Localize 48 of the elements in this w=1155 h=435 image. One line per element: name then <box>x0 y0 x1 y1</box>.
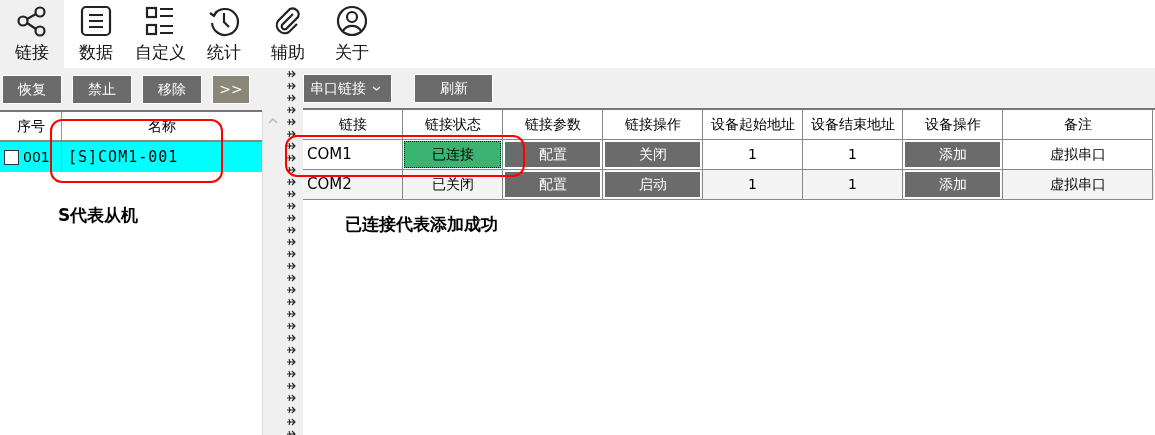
annotation-text: 已连接代表添加成功 <box>345 213 498 236</box>
caret-icon <box>372 85 381 91</box>
row-index: 001 <box>23 147 50 167</box>
end-address: 1 <box>848 145 857 164</box>
column-header[interactable]: 序号 <box>0 112 62 140</box>
toolbar-tab[interactable]: 统计 <box>192 0 256 68</box>
action-button[interactable]: 禁止 <box>72 74 132 104</box>
link-toggle-button[interactable]: 关闭 <box>604 141 701 168</box>
action-button[interactable]: >> <box>212 74 250 104</box>
annotation-text: S代表从机 <box>58 204 139 227</box>
column-header[interactable]: 链接参数 <box>503 110 603 140</box>
column-header[interactable]: 链接操作 <box>603 110 703 140</box>
checkbox[interactable] <box>4 149 19 165</box>
toolbar-tab[interactable]: 数据 <box>64 0 128 68</box>
status-cell-text: 已关闭 <box>431 175 474 194</box>
end-address: 1 <box>848 175 857 194</box>
user-icon <box>335 4 369 38</box>
link-name: COM1 <box>307 144 352 166</box>
link-name: COM2 <box>307 174 352 196</box>
config-button[interactable]: 配置 <box>504 171 601 198</box>
column-header[interactable]: 链接状态 <box>403 110 503 140</box>
add-button[interactable]: 添加 <box>904 141 1001 168</box>
note-cell-text: 虚拟串口 <box>1049 145 1106 164</box>
note-cell-text: 虚拟串口 <box>1049 175 1106 194</box>
add-button[interactable]: 添加 <box>904 171 1001 198</box>
config-button[interactable]: 配置 <box>504 141 601 168</box>
link-type-dropdown[interactable]: 串口链接 <box>303 73 392 103</box>
column-header[interactable]: 设备起始地址 <box>703 110 803 140</box>
start-address: 1 <box>748 145 757 164</box>
action-button[interactable]: 移除 <box>142 74 202 104</box>
action-button[interactable]: 恢复 <box>2 74 62 104</box>
refresh-button[interactable]: 刷新 <box>414 73 493 103</box>
link-toggle-button[interactable]: 启动 <box>604 171 701 198</box>
start-address: 1 <box>748 175 757 194</box>
column-header[interactable]: 设备操作 <box>903 110 1003 140</box>
toolbar-tab[interactable]: 自定义 <box>128 0 192 68</box>
column-header[interactable]: 链接 <box>303 110 403 140</box>
column-header[interactable]: 设备结束地址 <box>803 110 903 140</box>
status-cell: 已连接 <box>404 141 501 168</box>
toolbar-tab[interactable]: 链接 <box>0 0 64 68</box>
splitter-drawing[interactable] <box>285 68 297 435</box>
column-header[interactable]: 备注 <box>1003 110 1153 140</box>
toolbar-tab[interactable]: 辅助 <box>256 0 320 68</box>
toolbar-tab[interactable]: 关于 <box>320 0 384 68</box>
device-row[interactable]: 001 [S]COM1-001 <box>0 142 262 172</box>
device-name: [S]COM1-001 <box>68 146 179 168</box>
list-icon <box>79 4 113 38</box>
column-header[interactable]: 名称 <box>62 112 262 140</box>
